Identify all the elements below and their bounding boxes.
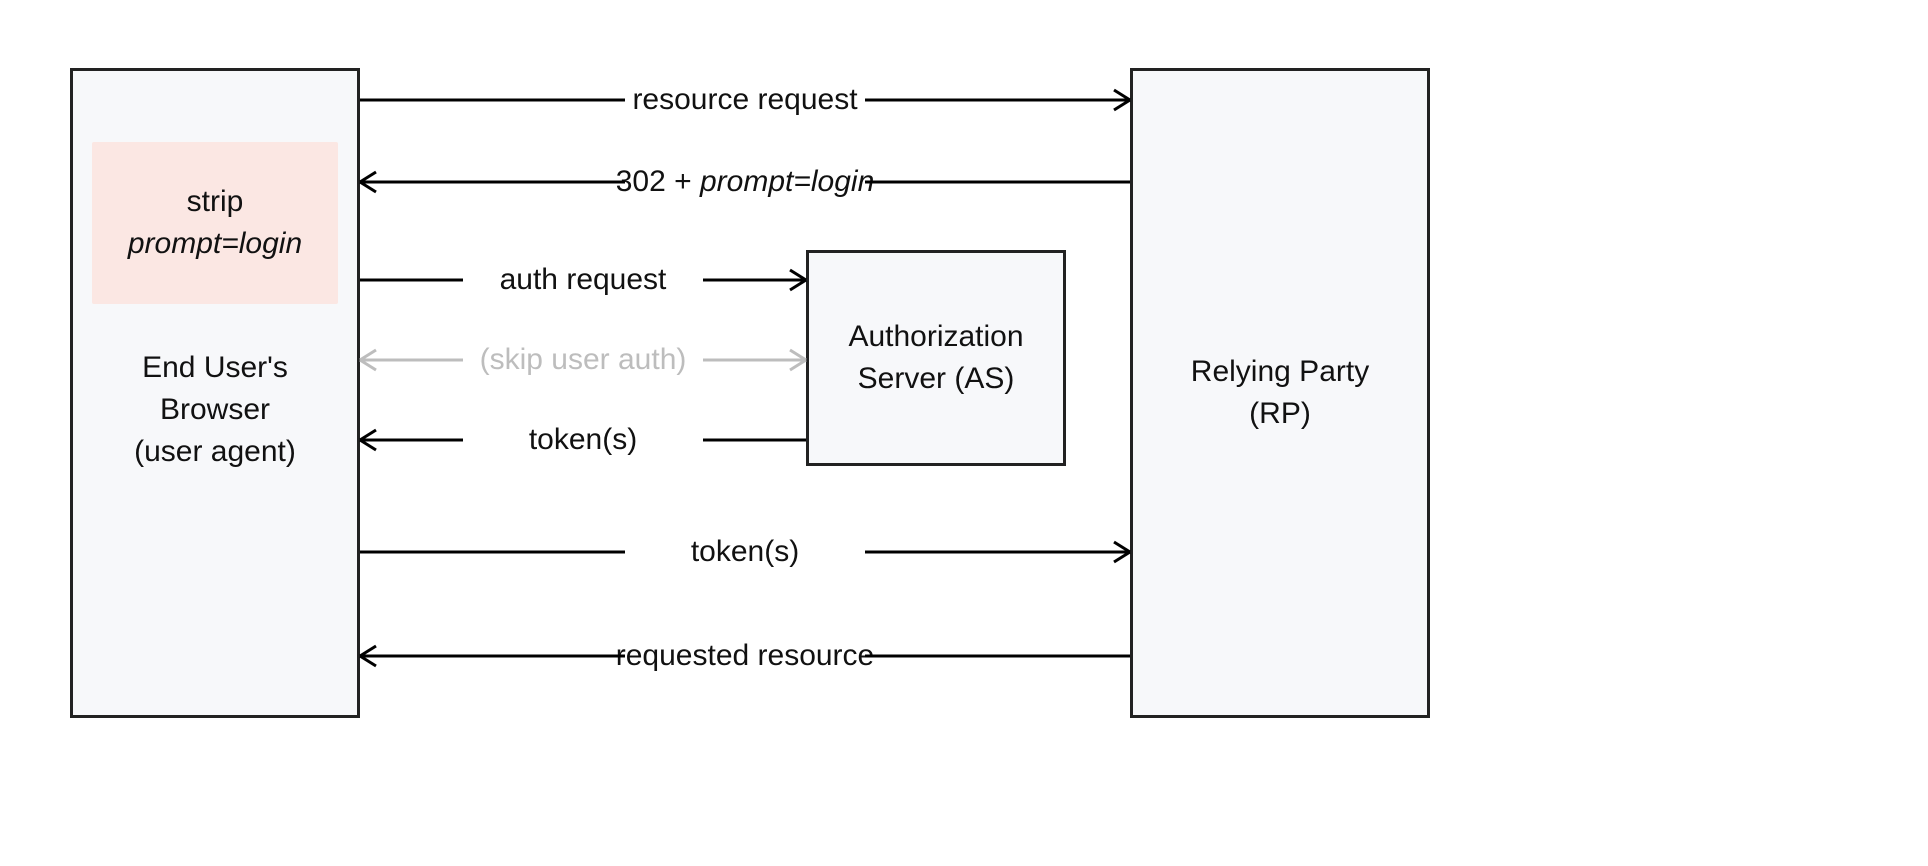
text: strip: [187, 185, 244, 218]
node-attack-strip: strip prompt=login: [92, 142, 338, 304]
node-rp-label: Relying Party (RP): [1191, 351, 1369, 435]
message-tokens-to-rp: token(s): [691, 535, 799, 569]
text: Authorization: [848, 320, 1023, 353]
text: End User's: [142, 351, 288, 384]
text: Server (AS): [858, 362, 1015, 395]
message-skip-user-auth: (skip user auth): [480, 343, 687, 377]
text: Relying Party: [1191, 355, 1369, 388]
text: (user agent): [134, 435, 296, 468]
text-italic: prompt=login: [128, 227, 302, 260]
message-302-prompt-login: 302 + prompt=login: [616, 165, 875, 199]
message-requested-resource: requested resource: [616, 639, 875, 673]
node-authorization-server: Authorization Server (AS): [806, 250, 1066, 466]
node-browser-label: End User's Browser (user agent): [73, 347, 357, 473]
text-italic: prompt=login: [700, 165, 874, 198]
message-resource-request: resource request: [632, 83, 857, 117]
node-as-label: Authorization Server (AS): [848, 316, 1023, 400]
message-tokens-from-as: token(s): [529, 423, 637, 457]
diagram-canvas: End User's Browser (user agent) strip pr…: [0, 0, 1928, 866]
message-auth-request: auth request: [500, 263, 667, 297]
text: Browser: [160, 393, 270, 426]
text: 302 +: [616, 165, 700, 198]
text: (RP): [1249, 397, 1311, 430]
node-attack-label: strip prompt=login: [128, 181, 302, 265]
node-relying-party: Relying Party (RP): [1130, 68, 1430, 718]
